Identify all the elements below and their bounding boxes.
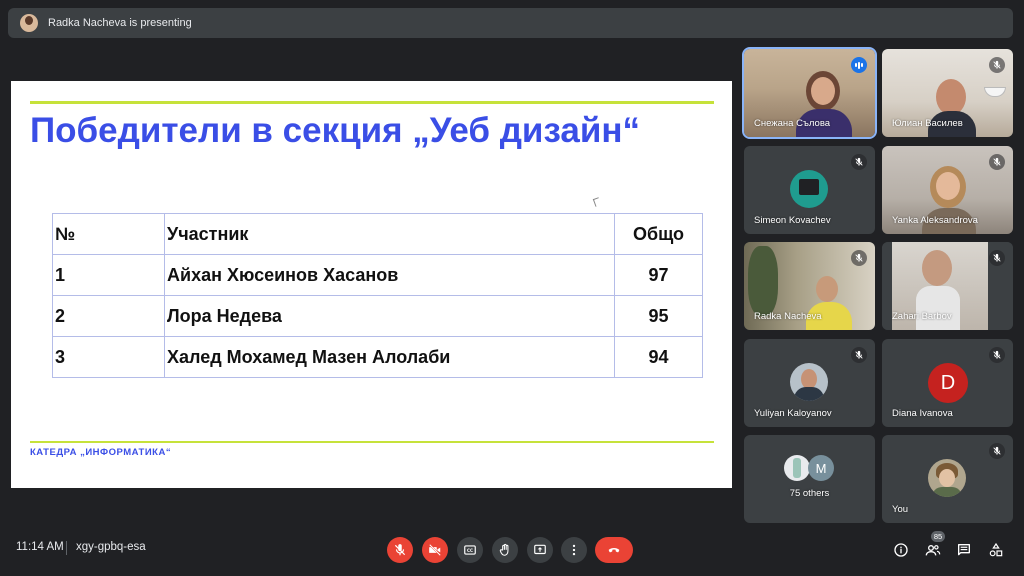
chat-button[interactable] bbox=[953, 539, 975, 561]
participant-name: Юлиан Василев bbox=[892, 118, 963, 129]
participant-tile-self[interactable]: You bbox=[882, 435, 1013, 523]
table-cell: 97 bbox=[614, 254, 703, 296]
slide-bottom-divider bbox=[30, 441, 714, 443]
presentation-slide: Победители в секция „Уеб дизайн“ № Участ… bbox=[11, 81, 732, 488]
avatar: D bbox=[928, 363, 968, 403]
captions-button[interactable]: CC bbox=[457, 537, 483, 563]
more-options-button[interactable] bbox=[561, 537, 587, 563]
participant-name: Simeon Kovachev bbox=[754, 215, 831, 226]
divider bbox=[66, 541, 67, 555]
participant-name: Yuliyan Kaloyanov bbox=[754, 408, 832, 419]
others-tile[interactable]: M 75 others bbox=[744, 435, 875, 523]
slide-footer: КАТЕДРА „ИНФОРМАТИКА“ bbox=[30, 447, 172, 458]
table-cell: 1 bbox=[52, 254, 165, 296]
table-cell: 95 bbox=[614, 295, 703, 337]
slide-title: Победители в секция „Уеб дизайн“ bbox=[30, 111, 641, 150]
presenter-avatar bbox=[20, 14, 38, 32]
avatar: M bbox=[808, 455, 834, 481]
table-cell: Лора Недева bbox=[164, 295, 615, 337]
mic-off-icon bbox=[989, 347, 1005, 363]
table-row: 2 Лора Недева 95 bbox=[52, 295, 703, 337]
others-count: 75 others bbox=[789, 488, 830, 499]
participant-tile[interactable]: Simeon Kovachev bbox=[744, 146, 875, 234]
mic-off-icon bbox=[851, 154, 867, 170]
avatar bbox=[790, 363, 828, 401]
participant-name: Zahari Barbov bbox=[892, 311, 952, 322]
end-call-icon bbox=[608, 548, 620, 553]
captions-icon: CC bbox=[464, 545, 476, 555]
activities-icon bbox=[989, 542, 1003, 557]
participant-tile[interactable]: Yanka Aleksandrova bbox=[882, 146, 1013, 234]
presenting-bar[interactable]: Radka Nacheva is presenting bbox=[8, 8, 1013, 38]
winners-table: № Участник Общо 1 Айхан Хюсеинов Хасанов… bbox=[52, 213, 703, 378]
table-row: 1 Айхан Хюсеинов Хасанов 97 bbox=[52, 254, 703, 296]
meeting-details-button[interactable] bbox=[890, 539, 912, 561]
table-header-cell: № bbox=[52, 213, 165, 255]
table-header-cell: Участник bbox=[164, 213, 615, 255]
participant-name: Radka Nacheva bbox=[754, 311, 822, 322]
participant-tile[interactable]: Radka Nacheva bbox=[744, 242, 875, 330]
camera-toggle-button[interactable] bbox=[422, 537, 448, 563]
camera-off-icon bbox=[429, 544, 441, 556]
mic-off-icon bbox=[989, 443, 1005, 459]
table-header-cell: Общо bbox=[614, 213, 703, 255]
chat-icon bbox=[958, 544, 970, 556]
speaking-indicator-icon bbox=[851, 57, 867, 73]
mic-off-icon bbox=[989, 154, 1005, 170]
participant-name: You bbox=[892, 504, 909, 515]
slide-top-divider bbox=[30, 101, 714, 104]
table-cell: Халед Мохамед Мазен Алолаби bbox=[164, 336, 615, 378]
meeting-code: xgy-gpbq-esa bbox=[76, 541, 146, 553]
table-cell: 3 bbox=[52, 336, 165, 378]
mic-off-icon bbox=[989, 57, 1005, 73]
table-row: 3 Халед Мохамед Мазен Алолаби 94 bbox=[52, 336, 703, 378]
table-header-row: № Участник Общо bbox=[52, 213, 703, 255]
raise-hand-icon bbox=[499, 543, 509, 556]
avatar bbox=[928, 459, 966, 497]
presenting-label: Radka Nacheva is presenting bbox=[48, 17, 192, 29]
people-icon bbox=[925, 545, 941, 556]
people-count-badge: 85 bbox=[931, 531, 945, 542]
end-call-button[interactable] bbox=[595, 537, 633, 563]
participant-tile[interactable]: Yuliyan Kaloyanov bbox=[744, 339, 875, 427]
table-cell: 2 bbox=[52, 295, 165, 337]
present-screen-button[interactable] bbox=[527, 537, 553, 563]
raise-hand-button[interactable] bbox=[492, 537, 518, 563]
info-icon bbox=[894, 543, 908, 557]
more-options-icon bbox=[572, 544, 576, 556]
participant-name: Yanka Aleksandrova bbox=[892, 215, 978, 226]
microphone-toggle-button[interactable] bbox=[387, 537, 413, 563]
mouse-cursor-icon bbox=[592, 197, 602, 207]
svg-text:CC: CC bbox=[467, 548, 473, 553]
participant-name: Diana Ivanova bbox=[892, 408, 953, 419]
clock: 11:14 AM bbox=[16, 541, 64, 553]
mic-off-icon bbox=[989, 250, 1005, 266]
participant-tile[interactable]: D Diana Ivanova bbox=[882, 339, 1013, 427]
participant-tile[interactable]: Снежана Сълова bbox=[742, 47, 877, 139]
mic-off-icon bbox=[851, 250, 867, 266]
mic-off-icon bbox=[394, 544, 406, 556]
participant-name: Снежана Сълова bbox=[754, 118, 831, 129]
people-button[interactable] bbox=[922, 539, 944, 561]
table-cell: Айхан Хюсеинов Хасанов bbox=[164, 254, 615, 296]
avatar bbox=[784, 455, 810, 481]
activities-button[interactable] bbox=[985, 539, 1007, 561]
table-cell: 94 bbox=[614, 336, 703, 378]
participant-tile[interactable]: Юлиан Василев bbox=[882, 49, 1013, 137]
avatar bbox=[790, 170, 828, 208]
present-screen-icon bbox=[534, 544, 546, 555]
participant-tile[interactable]: Zahari Barbov bbox=[882, 242, 1013, 330]
mic-off-icon bbox=[851, 347, 867, 363]
